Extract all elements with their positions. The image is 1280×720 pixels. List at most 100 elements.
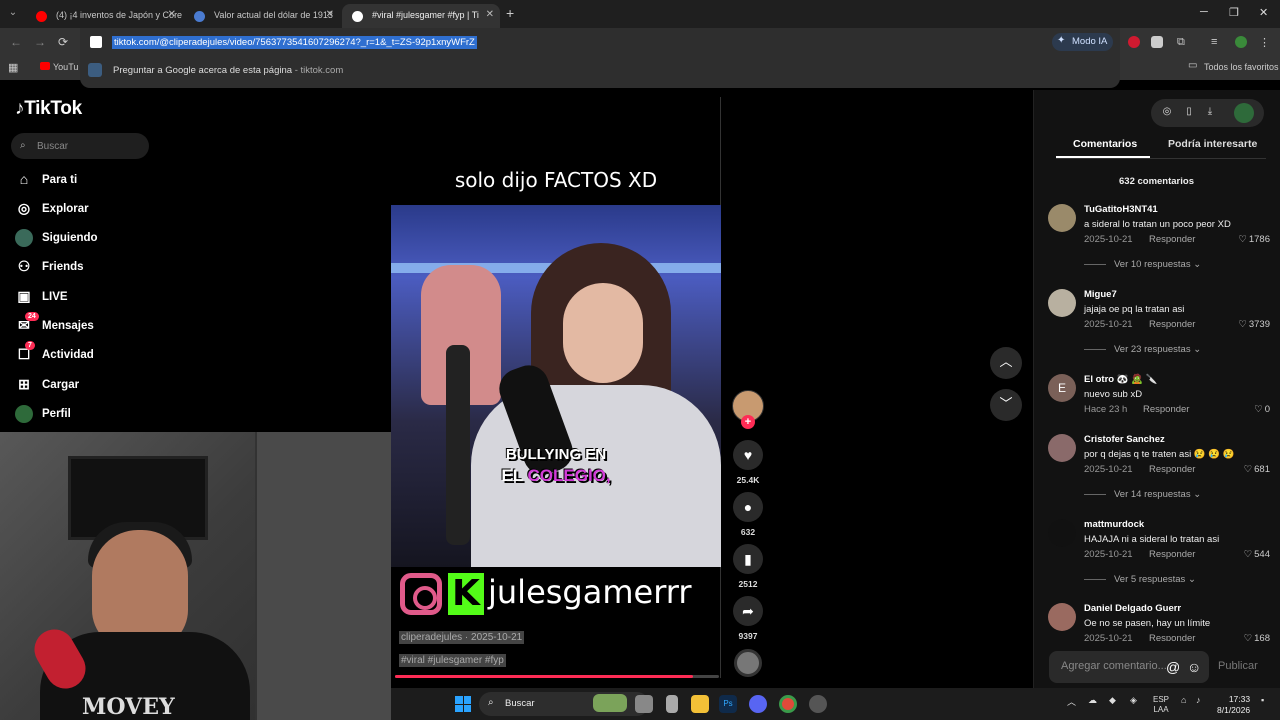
commenter-name[interactable]: Cristofer Sanchez <box>1084 434 1165 445</box>
reply-button[interactable]: Responder <box>1149 464 1195 475</box>
ai-mode-button[interactable]: ✦ Modo IA <box>1052 33 1114 51</box>
nav-explorar[interactable]: ◎ Explorar <box>15 200 89 220</box>
comment-like-button[interactable]: ♡ 168 <box>1244 633 1270 641</box>
comment-input[interactable]: Agregar comentario... @ ☺ <box>1049 651 1209 683</box>
bookmark-youtube[interactable]: YouTu <box>53 62 78 72</box>
apps-grid-icon[interactable]: ▦ <box>8 61 18 74</box>
file-explorer-icon[interactable] <box>691 695 709 713</box>
tab-podria-interesarte[interactable]: Podría interesarte <box>1168 138 1257 150</box>
profile-avatar[interactable] <box>1234 103 1254 123</box>
puzzle-icon[interactable]: ⧉ <box>1177 36 1189 48</box>
reply-button[interactable]: Responder <box>1143 404 1189 415</box>
notifications-icon[interactable]: ▪ <box>1261 695 1264 705</box>
nav-cargar[interactable]: ⊞ Cargar <box>15 376 79 396</box>
all-bookmarks[interactable]: Todos los favoritos <box>1204 62 1279 72</box>
restore-icon[interactable]: ❐ <box>1229 6 1239 19</box>
browser-tab-youtube[interactable]: (4) ¡4 inventos de Japón y Corea ✕ <box>26 4 182 28</box>
video-hashtags[interactable]: #viral #julesgamer #fyp <box>399 654 506 667</box>
nav-live[interactable]: ▣ LIVE <box>15 288 67 308</box>
save-button[interactable]: ▮ 2512 <box>733 544 763 589</box>
task-view-icon[interactable] <box>635 695 653 713</box>
publish-button[interactable]: Publicar <box>1218 660 1258 672</box>
music-disc[interactable] <box>734 649 762 677</box>
commenter-avatar[interactable] <box>1048 603 1076 631</box>
close-tab-icon[interactable]: ✕ <box>486 9 494 20</box>
nav-siguiendo[interactable]: Siguiendo <box>15 229 98 249</box>
system-clock[interactable]: 17:33 8/1/2026 <box>1217 694 1250 716</box>
view-replies-button[interactable]: Ver 23 respuestas ⌄ <box>1084 344 1201 355</box>
tray-cloud-icon[interactable]: ☁ <box>1088 695 1097 706</box>
commenter-avatar[interactable]: E <box>1048 374 1076 402</box>
close-tab-icon[interactable]: ✕ <box>168 9 176 20</box>
commenter-name[interactable]: El otro 🐼 🧟 🔪 <box>1084 374 1158 385</box>
tray-app-icon[interactable]: ◆ <box>1109 695 1116 706</box>
commenter-name[interactable]: mattmurdock <box>1084 519 1144 530</box>
commenter-name[interactable]: TuGatitoH3NT41 <box>1084 204 1158 215</box>
forward-icon[interactable]: → <box>34 35 46 49</box>
comment-like-button[interactable]: ♡ 681 <box>1244 464 1270 475</box>
emoji-icon[interactable]: ☺ <box>1187 659 1201 675</box>
phone-icon[interactable]: ▯ <box>1182 106 1196 120</box>
tab-search-icon[interactable]: ⌄ <box>6 7 20 21</box>
video-progress-bar[interactable] <box>395 675 719 678</box>
commenter-avatar[interactable] <box>1048 519 1076 547</box>
close-tab-icon[interactable]: ✕ <box>326 9 334 20</box>
commenter-avatar[interactable] <box>1048 434 1076 462</box>
video-author-date[interactable]: cliperadejules · 2025-10-21 <box>399 631 525 644</box>
network-icon[interactable]: ⌂ <box>1181 695 1186 705</box>
comment-button[interactable]: ● 632 <box>733 492 763 537</box>
widget-app-icon[interactable] <box>666 695 678 713</box>
browser-tab-dolar[interactable]: Valor actual del dólar de 1913 ✕ <box>184 4 340 28</box>
omnibox-suggestion[interactable]: Preguntar a Google acerca de esta página… <box>113 65 343 76</box>
view-replies-button[interactable]: Ver 14 respuestas ⌄ <box>1084 489 1201 500</box>
app-icon[interactable] <box>809 695 827 713</box>
reply-button[interactable]: Responder <box>1149 234 1195 245</box>
reply-button[interactable]: Responder <box>1149 549 1195 560</box>
discord-icon[interactable] <box>749 695 767 713</box>
commenter-avatar[interactable] <box>1048 289 1076 317</box>
tray-shield-icon[interactable]: ◈ <box>1130 695 1137 706</box>
reply-button[interactable]: Responder <box>1149 633 1195 641</box>
volume-icon[interactable]: ♪ <box>1196 695 1201 705</box>
comment-like-button[interactable]: ♡ 3739 <box>1238 319 1270 330</box>
nav-actividad[interactable]: ☐ 7 Actividad <box>15 341 94 366</box>
photoshop-icon[interactable]: Ps <box>719 695 737 713</box>
back-icon[interactable]: ← <box>10 35 22 49</box>
input-language[interactable]: ESP LAA <box>1153 695 1169 715</box>
nav-mensajes[interactable]: ✉ 24 Mensajes <box>15 312 94 337</box>
tab-comentarios[interactable]: Comentarios <box>1073 138 1137 150</box>
search-input[interactable]: ⌕ Buscar <box>11 133 149 159</box>
comment-like-button[interactable]: ♡ 1786 <box>1238 234 1270 245</box>
taskbar-search[interactable]: ⌕ Buscar <box>479 692 649 716</box>
browser-tab-tiktok[interactable]: #viral #julesgamer #fyp | Ti ✕ <box>342 4 500 28</box>
view-replies-button[interactable]: Ver 10 respuestas ⌄ <box>1084 259 1201 270</box>
video-frame[interactable] <box>391 205 721 567</box>
menu-icon[interactable]: ⋮ <box>1259 36 1271 49</box>
minimize-icon[interactable]: ─ <box>1200 6 1208 18</box>
chevron-up-icon[interactable]: ︿ <box>1067 695 1076 708</box>
previous-video-button[interactable]: ︿ <box>990 347 1022 379</box>
nav-friends[interactable]: ⚇ Friends <box>15 258 84 278</box>
site-info-icon[interactable] <box>90 36 102 48</box>
commenter-name[interactable]: Daniel Delgado Guerr <box>1084 603 1181 614</box>
view-replies-button[interactable]: Ver 5 respuestas ⌄ <box>1084 574 1196 585</box>
nav-perfil[interactable]: Perfil <box>15 405 71 425</box>
chrome-icon[interactable] <box>779 695 797 713</box>
windows-start-icon[interactable] <box>455 696 471 712</box>
extension-icon[interactable] <box>1151 36 1163 48</box>
compass-icon[interactable]: ◎ <box>1160 106 1174 120</box>
commenter-name[interactable]: Migue7 <box>1084 289 1117 300</box>
comment-like-button[interactable]: ♡ 544 <box>1244 549 1270 560</box>
like-button[interactable]: ♥ 25.4K <box>733 440 763 485</box>
mention-icon[interactable]: @ <box>1166 659 1180 675</box>
new-tab-button[interactable]: + <box>506 5 514 21</box>
reload-icon[interactable]: ⟳ <box>58 35 68 49</box>
next-video-button[interactable]: ﹀ <box>990 389 1022 421</box>
comment-like-button[interactable]: ♡ 0 <box>1254 404 1270 415</box>
share-button[interactable]: ➦ 9397 <box>733 596 763 641</box>
nav-para-ti[interactable]: ⌂ Para ti <box>15 171 77 191</box>
close-window-icon[interactable]: ✕ <box>1259 6 1268 19</box>
commenter-avatar[interactable] <box>1048 204 1076 232</box>
media-icon[interactable]: ≡ <box>1211 36 1223 48</box>
tiktok-logo[interactable]: ♪TikTok <box>15 98 82 120</box>
